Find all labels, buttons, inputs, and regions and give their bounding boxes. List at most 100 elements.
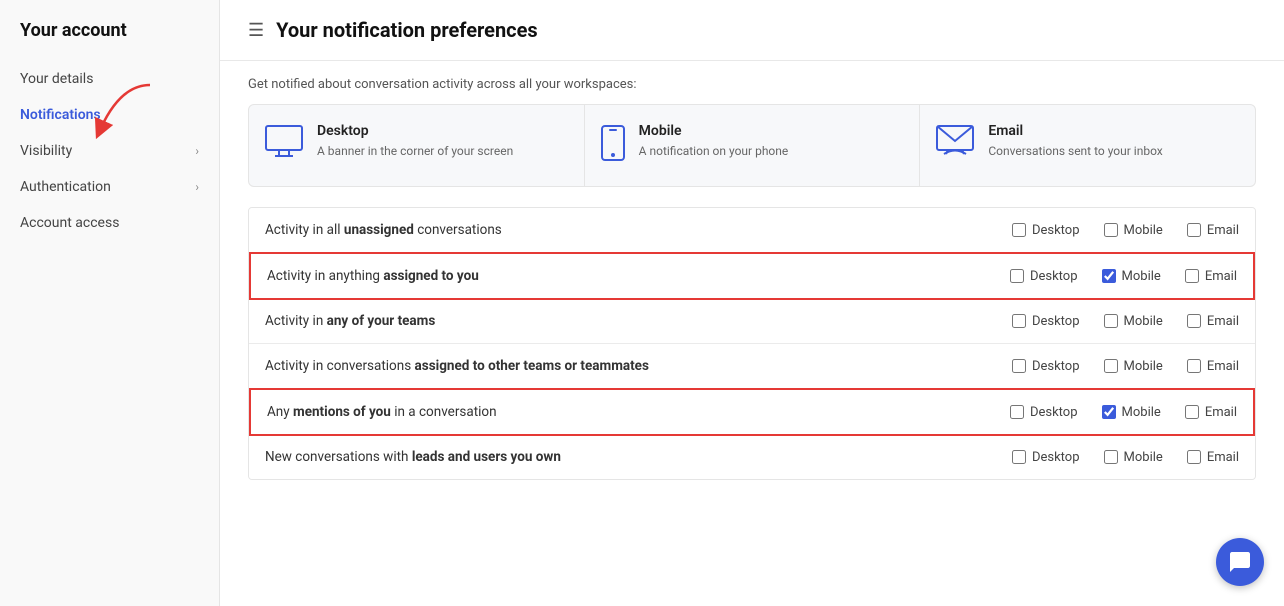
notif-checkboxes: Desktop Mobile Email: [1012, 450, 1239, 465]
checkbox-email-leads-users[interactable]: [1187, 450, 1201, 464]
hamburger-icon: ☰: [248, 20, 264, 41]
intro-text: Get notified about conversation activity…: [248, 61, 1256, 104]
checkbox-mobile-your-teams[interactable]: [1104, 314, 1118, 328]
checkbox-group-email[interactable]: Email: [1185, 269, 1237, 284]
checkbox-label-desktop: Desktop: [1030, 405, 1078, 420]
checkbox-group-mobile[interactable]: Mobile: [1104, 223, 1163, 238]
notif-row-label: New conversations with leads and users y…: [265, 449, 1012, 465]
notif-card-description: A banner in the corner of your screen: [317, 143, 513, 160]
checkbox-desktop-other-teams[interactable]: [1012, 359, 1026, 373]
checkbox-group-mobile[interactable]: Mobile: [1104, 450, 1163, 465]
sidebar-item-visibility[interactable]: Visibility ›: [0, 133, 219, 169]
checkbox-desktop-unassigned[interactable]: [1012, 223, 1026, 237]
notif-card-mobile: MobileA notification on your phone: [585, 105, 921, 186]
sidebar-item-label: Authentication: [20, 179, 111, 195]
checkbox-mobile-unassigned[interactable]: [1104, 223, 1118, 237]
checkbox-group-mobile[interactable]: Mobile: [1104, 359, 1163, 374]
checkbox-label-email: Email: [1207, 450, 1239, 465]
checkbox-mobile-other-teams[interactable]: [1104, 359, 1118, 373]
mobile-icon: [601, 125, 625, 168]
checkbox-group-email[interactable]: Email: [1187, 450, 1239, 465]
notif-card-content: MobileA notification on your phone: [639, 123, 789, 160]
notif-checkboxes: Desktop Mobile Email: [1010, 405, 1237, 420]
main-body: Get notified about conversation activity…: [220, 61, 1284, 480]
notif-checkboxes: Desktop Mobile Email: [1012, 223, 1239, 238]
checkbox-desktop-your-teams[interactable]: [1012, 314, 1026, 328]
checkbox-email-other-teams[interactable]: [1187, 359, 1201, 373]
checkbox-label-desktop: Desktop: [1030, 269, 1078, 284]
checkbox-label-desktop: Desktop: [1032, 223, 1080, 238]
checkbox-group-desktop[interactable]: Desktop: [1012, 359, 1080, 374]
checkbox-group-mobile[interactable]: Mobile: [1102, 405, 1161, 420]
checkbox-email-unassigned[interactable]: [1187, 223, 1201, 237]
notif-checkboxes: Desktop Mobile Email: [1012, 359, 1239, 374]
notif-card-description: A notification on your phone: [639, 143, 789, 160]
notif-card-email: Email Conversations sent to your inbox: [920, 105, 1255, 186]
notif-card-desktop: Desktop A banner in the corner of your sc…: [249, 105, 585, 186]
checkbox-group-desktop[interactable]: Desktop: [1012, 450, 1080, 465]
main-header: ☰ Your notification preferences: [220, 0, 1284, 61]
checkbox-group-email[interactable]: Email: [1187, 359, 1239, 374]
notif-row-assigned-to-you: Activity in anything assigned to you Desk…: [249, 252, 1255, 300]
checkbox-email-your-teams[interactable]: [1187, 314, 1201, 328]
notif-card-content: Email Conversations sent to your inbox: [988, 123, 1162, 160]
checkbox-group-desktop[interactable]: Desktop: [1010, 405, 1078, 420]
notification-cards: Desktop A banner in the corner of your sc…: [248, 104, 1256, 187]
chat-icon: [1228, 550, 1252, 574]
checkbox-group-desktop[interactable]: Desktop: [1012, 314, 1080, 329]
notif-row-label: Activity in conversations assigned to ot…: [265, 358, 1012, 374]
checkbox-group-desktop[interactable]: Desktop: [1012, 223, 1080, 238]
sidebar-item-account-access[interactable]: Account access: [0, 205, 219, 241]
sidebar-item-authentication[interactable]: Authentication ›: [0, 169, 219, 205]
notif-row-label: Any mentions of you in a conversation: [267, 404, 1010, 420]
checkbox-group-email[interactable]: Email: [1187, 223, 1239, 238]
checkbox-desktop-assigned-to-you[interactable]: [1010, 269, 1024, 283]
notif-card-title: Desktop: [317, 123, 513, 139]
notif-row-label: Activity in any of your teams: [265, 313, 1012, 329]
checkbox-group-email[interactable]: Email: [1187, 314, 1239, 329]
checkbox-email-mentions[interactable]: [1185, 405, 1199, 419]
sidebar-item-your-details[interactable]: Your details: [0, 61, 219, 97]
sidebar-item-notifications[interactable]: Notifications: [0, 97, 219, 133]
page-title: Your notification preferences: [276, 18, 538, 42]
checkbox-group-mobile[interactable]: Mobile: [1102, 269, 1161, 284]
notif-card-description: Conversations sent to your inbox: [988, 143, 1162, 160]
chat-bubble-button[interactable]: [1216, 538, 1264, 586]
notif-row-label: Activity in all unassigned conversations: [265, 222, 1012, 238]
email-icon: [936, 125, 974, 162]
checkbox-label-mobile: Mobile: [1124, 314, 1163, 329]
checkbox-label-mobile: Mobile: [1124, 359, 1163, 374]
checkbox-group-email[interactable]: Email: [1185, 405, 1237, 420]
notif-card-title: Email: [988, 123, 1162, 139]
checkbox-mobile-assigned-to-you[interactable]: [1102, 269, 1116, 283]
checkbox-email-assigned-to-you[interactable]: [1185, 269, 1199, 283]
sidebar: Your account Your detailsNotificationsVi…: [0, 0, 220, 606]
checkbox-label-mobile: Mobile: [1122, 269, 1161, 284]
checkbox-label-desktop: Desktop: [1032, 359, 1080, 374]
notif-row-label: Activity in anything assigned to you: [267, 268, 1010, 284]
notif-row-leads-users: New conversations with leads and users y…: [249, 435, 1255, 479]
checkbox-label-mobile: Mobile: [1122, 405, 1161, 420]
checkbox-label-email: Email: [1205, 269, 1237, 284]
checkbox-label-desktop: Desktop: [1032, 314, 1080, 329]
main-content: ☰ Your notification preferences Get noti…: [220, 0, 1284, 606]
notif-row-other-teams: Activity in conversations assigned to ot…: [249, 344, 1255, 389]
checkbox-desktop-mentions[interactable]: [1010, 405, 1024, 419]
notif-card-content: Desktop A banner in the corner of your sc…: [317, 123, 513, 160]
checkbox-label-email: Email: [1205, 405, 1237, 420]
sidebar-item-label: Your details: [20, 71, 93, 87]
sidebar-item-label: Visibility: [20, 143, 72, 159]
checkbox-group-mobile[interactable]: Mobile: [1104, 314, 1163, 329]
checkbox-group-desktop[interactable]: Desktop: [1010, 269, 1078, 284]
checkbox-label-mobile: Mobile: [1124, 223, 1163, 238]
chevron-icon: ›: [195, 180, 199, 194]
sidebar-item-label: Account access: [20, 215, 119, 231]
checkbox-label-mobile: Mobile: [1124, 450, 1163, 465]
checkbox-mobile-leads-users[interactable]: [1104, 450, 1118, 464]
checkbox-desktop-leads-users[interactable]: [1012, 450, 1026, 464]
desktop-icon: [265, 125, 303, 164]
checkbox-mobile-mentions[interactable]: [1102, 405, 1116, 419]
notification-rows: Activity in all unassigned conversations…: [248, 207, 1256, 480]
chevron-icon: ›: [195, 144, 199, 158]
checkbox-label-desktop: Desktop: [1032, 450, 1080, 465]
